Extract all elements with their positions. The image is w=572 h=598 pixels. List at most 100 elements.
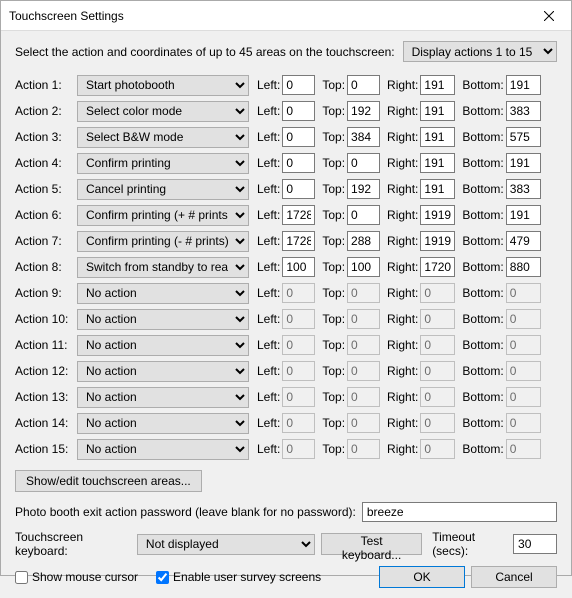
- bottom-input: [506, 413, 541, 433]
- left-label: Left:: [257, 338, 282, 352]
- top-label: Top:: [322, 156, 347, 170]
- action-label: Action 8:: [15, 260, 77, 274]
- right-input[interactable]: [420, 231, 455, 251]
- display-range-select[interactable]: Display actions 1 to 15: [403, 41, 557, 62]
- left-input[interactable]: [282, 205, 315, 225]
- bottom-input[interactable]: [506, 127, 541, 147]
- action-select[interactable]: No action: [77, 335, 249, 356]
- right-label: Right:: [387, 78, 420, 92]
- bottom-label: Bottom:: [462, 312, 505, 326]
- left-input[interactable]: [282, 75, 315, 95]
- top-label: Top:: [322, 208, 347, 222]
- right-input[interactable]: [420, 101, 455, 121]
- left-input[interactable]: [282, 179, 315, 199]
- top-input[interactable]: [347, 179, 380, 199]
- right-input[interactable]: [420, 179, 455, 199]
- survey-checkbox[interactable]: [156, 571, 169, 584]
- right-label: Right:: [387, 312, 420, 326]
- bottom-label: Bottom:: [462, 390, 505, 404]
- left-input[interactable]: [282, 153, 315, 173]
- right-label: Right:: [387, 364, 420, 378]
- action-select[interactable]: Confirm printing (+ # prints): [77, 205, 249, 226]
- bottom-input[interactable]: [506, 75, 541, 95]
- action-select[interactable]: Cancel printing: [77, 179, 249, 200]
- top-input[interactable]: [347, 231, 380, 251]
- survey-checkbox-label[interactable]: Enable user survey screens: [156, 570, 321, 584]
- bottom-label: Bottom:: [462, 104, 505, 118]
- top-input: [347, 309, 380, 329]
- bottom-row: Show mouse cursor Enable user survey scr…: [15, 566, 557, 588]
- left-input[interactable]: [282, 101, 315, 121]
- left-input: [282, 387, 315, 407]
- right-input[interactable]: [420, 257, 455, 277]
- action-label: Action 10:: [15, 312, 77, 326]
- right-input[interactable]: [420, 153, 455, 173]
- top-input[interactable]: [347, 127, 380, 147]
- action-row: Action 15:No actionLeft:Top:Right:Bottom…: [15, 436, 557, 462]
- instruction-label: Select the action and coordinates of up …: [15, 45, 403, 59]
- right-input[interactable]: [420, 75, 455, 95]
- cancel-button[interactable]: Cancel: [471, 566, 557, 588]
- right-label: Right:: [387, 260, 420, 274]
- action-select[interactable]: No action: [77, 413, 249, 434]
- bottom-input[interactable]: [506, 257, 541, 277]
- password-input[interactable]: [362, 502, 557, 522]
- titlebar: Touchscreen Settings: [1, 1, 571, 31]
- show-edit-areas-button[interactable]: Show/edit touchscreen areas...: [15, 470, 202, 492]
- action-select[interactable]: Select B&W mode: [77, 127, 249, 148]
- top-input[interactable]: [347, 205, 380, 225]
- bottom-input: [506, 309, 541, 329]
- top-input: [347, 413, 380, 433]
- action-select[interactable]: No action: [77, 361, 249, 382]
- bottom-label: Bottom:: [462, 234, 505, 248]
- bottom-input[interactable]: [506, 101, 541, 121]
- right-input[interactable]: [420, 205, 455, 225]
- action-select[interactable]: Confirm printing (- # prints): [77, 231, 249, 252]
- top-input[interactable]: [347, 75, 380, 95]
- password-row: Photo booth exit action password (leave …: [15, 502, 557, 522]
- close-button[interactable]: [526, 1, 571, 31]
- keyboard-select[interactable]: Not displayed: [137, 534, 315, 555]
- top-input[interactable]: [347, 257, 380, 277]
- top-input: [347, 387, 380, 407]
- right-input[interactable]: [420, 127, 455, 147]
- test-keyboard-button[interactable]: Test keyboard...: [321, 533, 422, 555]
- keyboard-row: Touchscreen keyboard: Not displayed Test…: [15, 530, 557, 558]
- bottom-input[interactable]: [506, 153, 541, 173]
- action-select[interactable]: No action: [77, 439, 249, 460]
- left-input: [282, 413, 315, 433]
- action-select[interactable]: Confirm printing: [77, 153, 249, 174]
- ok-button[interactable]: OK: [379, 566, 465, 588]
- top-label: Top:: [322, 416, 347, 430]
- bottom-input: [506, 439, 541, 459]
- action-select[interactable]: No action: [77, 387, 249, 408]
- bottom-input: [506, 335, 541, 355]
- bottom-input[interactable]: [506, 205, 541, 225]
- bottom-input[interactable]: [506, 179, 541, 199]
- bottom-input: [506, 283, 541, 303]
- password-label: Photo booth exit action password (leave …: [15, 505, 356, 519]
- action-label: Action 6:: [15, 208, 77, 222]
- left-label: Left:: [257, 442, 282, 456]
- action-select[interactable]: Switch from standby to ready: [77, 257, 249, 278]
- left-input[interactable]: [282, 231, 315, 251]
- action-select[interactable]: Start photobooth: [77, 75, 249, 96]
- top-input: [347, 335, 380, 355]
- show-mouse-checkbox-label[interactable]: Show mouse cursor: [15, 570, 138, 584]
- action-select[interactable]: Select color mode: [77, 101, 249, 122]
- timeout-input[interactable]: [513, 534, 557, 554]
- top-input[interactable]: [347, 153, 380, 173]
- bottom-input[interactable]: [506, 231, 541, 251]
- left-label: Left:: [257, 130, 282, 144]
- left-input[interactable]: [282, 127, 315, 147]
- left-input[interactable]: [282, 257, 315, 277]
- top-label: Top:: [322, 130, 347, 144]
- left-label: Left:: [257, 260, 282, 274]
- show-mouse-checkbox[interactable]: [15, 571, 28, 584]
- action-select[interactable]: No action: [77, 283, 249, 304]
- top-input[interactable]: [347, 101, 380, 121]
- left-label: Left:: [257, 104, 282, 118]
- instruction-row: Select the action and coordinates of up …: [15, 41, 557, 62]
- left-input: [282, 309, 315, 329]
- action-select[interactable]: No action: [77, 309, 249, 330]
